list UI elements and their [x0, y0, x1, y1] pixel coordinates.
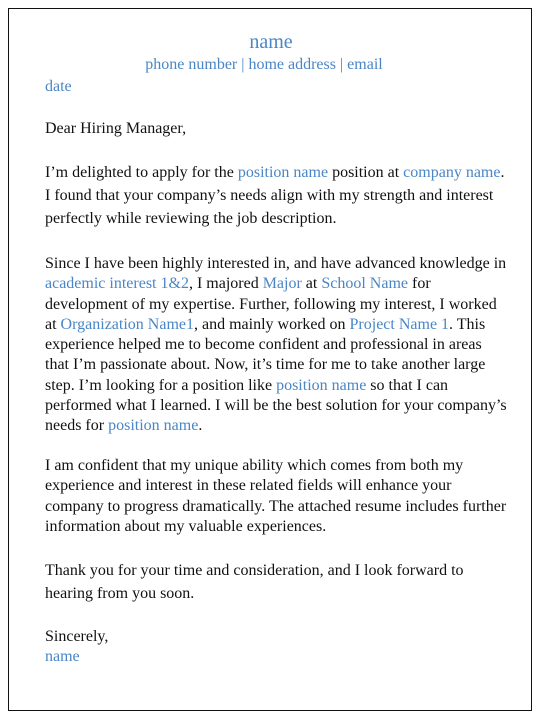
contact-line: phone number | home address | email [145, 56, 383, 73]
text-run: Since I have been highly interested in, … [45, 255, 507, 272]
placeholder-major: Major [262, 275, 302, 293]
placeholder-company: company name [403, 164, 501, 181]
text-run: , I majored [188, 275, 263, 293]
text-run: , and mainly worked on [193, 315, 350, 333]
placeholder-position: position name [237, 164, 329, 181]
closing: Sincerely, [45, 628, 109, 645]
closing-block: Sincerely, name [45, 627, 507, 667]
letter-date: date [45, 78, 72, 95]
text-run: position at [328, 164, 404, 181]
text-run: . [198, 417, 203, 435]
placeholder-project: Project Name 1 [349, 315, 450, 333]
placeholder-organization: Organization Name1 [60, 315, 194, 333]
signature-name: name [45, 648, 80, 665]
paragraph-intro: I’m delighted to apply for the position … [45, 161, 507, 230]
salutation: Dear Hiring Manager, [45, 120, 187, 137]
placeholder-position: position name [108, 417, 199, 435]
placeholder-interest: academic interest 1&2 [45, 275, 189, 293]
letter-page: name phone number | home address | email… [8, 8, 532, 711]
text-run: I’m delighted to apply for the [45, 164, 238, 181]
paragraph-thanks: Thank you for your time and consideratio… [45, 562, 464, 602]
placeholder-school: School Name [321, 275, 408, 293]
applicant-name-heading: name [249, 31, 293, 53]
paragraph-confidence: I am confident that my unique ability wh… [45, 457, 507, 535]
text-run: at [301, 275, 322, 293]
paragraph-experience: Since I have been highly interested in, … [45, 254, 507, 437]
placeholder-position: position name [276, 376, 367, 394]
